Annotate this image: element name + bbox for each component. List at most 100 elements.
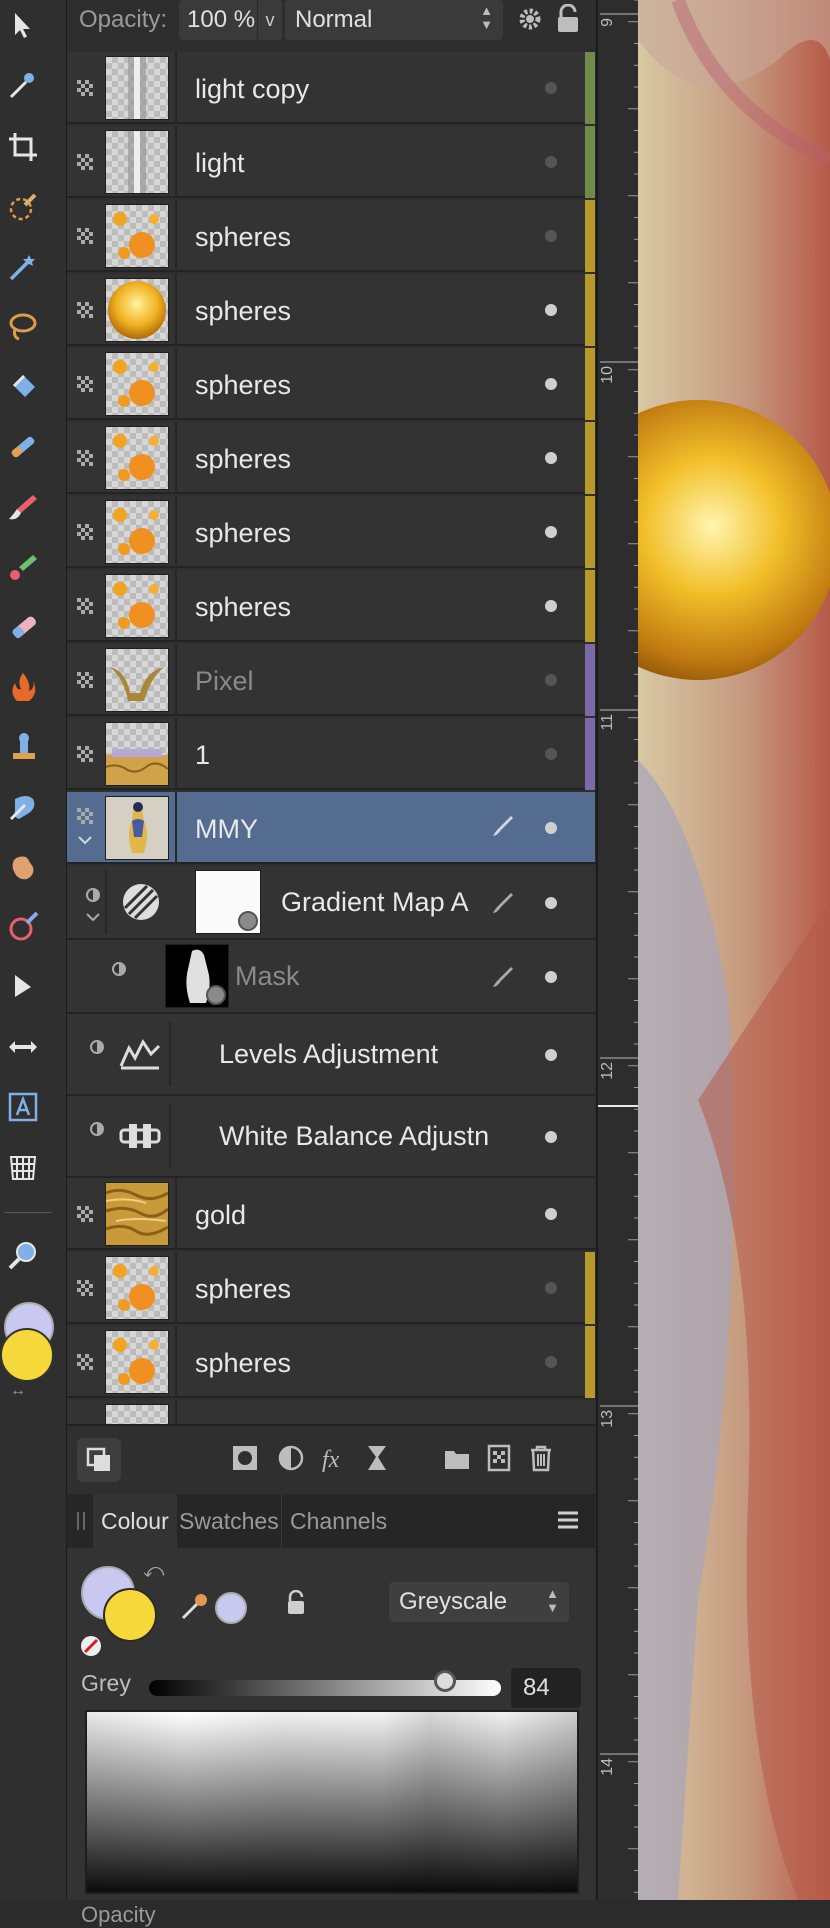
burn-tool-icon[interactable] xyxy=(4,668,42,706)
row-divider xyxy=(175,422,177,494)
node-tool-icon[interactable] xyxy=(4,968,42,1006)
erase-brush-tool-icon[interactable] xyxy=(4,608,42,646)
live-filter-icon[interactable] xyxy=(359,1440,395,1476)
layer-row[interactable]: gold xyxy=(67,1178,595,1250)
trash-icon[interactable] xyxy=(523,1440,559,1476)
colour-picker-box[interactable] xyxy=(85,1710,579,1894)
paint-brush-tool-icon[interactable] xyxy=(4,488,42,526)
flood-fill-tool-icon[interactable] xyxy=(4,368,42,406)
opacity-field[interactable]: 100 % xyxy=(179,0,257,40)
tab-swatches[interactable]: Swatches xyxy=(171,1494,287,1548)
layer-row[interactable]: light xyxy=(67,126,595,198)
layer-row[interactable]: light copy xyxy=(67,52,595,124)
red-eye-tool-icon[interactable] xyxy=(4,908,42,946)
visibility-toggle[interactable] xyxy=(545,156,557,168)
visibility-toggle[interactable] xyxy=(545,674,557,686)
lock-icon[interactable] xyxy=(285,1589,307,1616)
visibility-toggle[interactable] xyxy=(545,304,557,316)
picked-colour-well[interactable] xyxy=(215,1592,247,1624)
transform-tool-icon[interactable] xyxy=(4,1028,42,1066)
layer-row[interactable] xyxy=(67,1400,595,1424)
visibility-toggle[interactable] xyxy=(545,1131,557,1143)
fx-effects-icon[interactable]: fx xyxy=(317,1440,353,1476)
visibility-toggle[interactable] xyxy=(545,1356,557,1368)
move-tool-icon[interactable] xyxy=(4,6,42,44)
visibility-toggle[interactable] xyxy=(545,82,557,94)
layer-row[interactable]: spheres xyxy=(67,570,595,642)
blend-mode-select[interactable]: Normal ▲ ▼ xyxy=(285,0,503,40)
swap-arrows-icon[interactable]: ⤺ xyxy=(143,1560,164,1583)
gradient-tool-icon[interactable] xyxy=(4,428,42,466)
tab-channels[interactable]: Channels xyxy=(281,1494,395,1548)
magic-wand-tool-icon[interactable] xyxy=(4,248,42,286)
text-tool-icon[interactable] xyxy=(4,1088,42,1126)
clone-brush-tool-icon[interactable] xyxy=(4,728,42,766)
document-canvas[interactable] xyxy=(638,0,830,1900)
visibility-toggle[interactable] xyxy=(545,897,557,909)
colour-wells[interactable]: ⤺ xyxy=(81,1560,171,1656)
layer-colour-tag xyxy=(585,348,595,420)
gear-icon[interactable] xyxy=(515,4,545,34)
smudge-brush-tool-icon[interactable] xyxy=(4,788,42,826)
lock-icon[interactable] xyxy=(555,3,581,34)
layer-row[interactable]: MMY xyxy=(67,792,595,864)
layer-row[interactable]: spheres xyxy=(67,200,595,272)
add-pixel-layer-icon[interactable] xyxy=(481,1440,517,1476)
freehand-selection-tool-icon[interactable] xyxy=(4,308,42,346)
panel-menu-icon[interactable] xyxy=(557,1510,579,1530)
child-layer-mask[interactable]: Mask xyxy=(67,940,595,1014)
vertical-ruler: 9 10 11 12 13 14 xyxy=(596,0,640,1900)
selection-brush-tool-icon[interactable] xyxy=(4,188,42,226)
layer-colour-tag xyxy=(585,718,595,790)
layer-colour-tag xyxy=(585,644,595,716)
layer-colour-tag xyxy=(585,52,595,124)
chevron-down-icon[interactable] xyxy=(85,909,101,925)
colour-picker-icon[interactable] xyxy=(179,1590,211,1622)
child-layer-gradient-map[interactable]: Gradient Map A xyxy=(67,866,595,940)
layer-row[interactable]: Pixel xyxy=(67,644,595,716)
panel-grip-icon[interactable] xyxy=(77,1512,85,1530)
visibility-toggle[interactable] xyxy=(545,971,557,983)
context-toolbar-tool-icon[interactable] xyxy=(4,66,42,104)
primary-secondary-colour-swatch[interactable]: ↔ xyxy=(0,1302,60,1399)
crop-tool-icon[interactable] xyxy=(4,128,42,166)
adjustments-icon[interactable] xyxy=(273,1440,309,1476)
chevron-down-icon[interactable] xyxy=(77,832,93,848)
visibility-toggle[interactable] xyxy=(545,600,557,612)
visibility-toggle[interactable] xyxy=(545,452,557,464)
layer-row[interactable]: 1 xyxy=(67,718,595,790)
layer-row[interactable]: spheres xyxy=(67,274,595,346)
tab-colour[interactable]: Colour xyxy=(93,1494,177,1548)
visibility-toggle[interactable] xyxy=(545,1049,557,1061)
liquify-tool-icon[interactable] xyxy=(4,848,42,886)
mesh-warp-tool-icon[interactable] xyxy=(4,1148,42,1186)
child-layer-white-balance[interactable]: White Balance Adjustn xyxy=(67,1096,595,1178)
grey-value-field[interactable]: 84 xyxy=(511,1668,581,1708)
layer-colour-tag xyxy=(585,1252,595,1324)
mask-layer-icon[interactable] xyxy=(227,1440,263,1476)
layer-thumbnail xyxy=(105,1404,169,1424)
visibility-toggle[interactable] xyxy=(545,748,557,760)
visibility-toggle[interactable] xyxy=(545,230,557,242)
layer-row[interactable]: spheres xyxy=(67,348,595,420)
layer-row[interactable]: spheres xyxy=(67,422,595,494)
row-divider xyxy=(175,1252,177,1324)
visibility-toggle[interactable] xyxy=(545,378,557,390)
visibility-toggle[interactable] xyxy=(545,1208,557,1220)
visibility-toggle[interactable] xyxy=(545,1282,557,1294)
color-replacement-brush-icon[interactable] xyxy=(4,548,42,586)
group-folder-icon[interactable] xyxy=(439,1440,475,1476)
layer-row[interactable]: spheres xyxy=(67,1252,595,1324)
grey-slider-knob[interactable] xyxy=(433,1670,456,1692)
visibility-toggle[interactable] xyxy=(545,526,557,538)
colour-model-select[interactable]: Greyscale ▲ ▼ xyxy=(389,1582,569,1622)
no-fill-icon[interactable] xyxy=(81,1636,101,1656)
swap-colours-icon[interactable]: ↔ xyxy=(10,1382,26,1400)
child-layer-levels[interactable]: Levels Adjustment xyxy=(67,1014,595,1096)
layer-row[interactable]: spheres xyxy=(67,1326,595,1398)
layer-row[interactable]: spheres xyxy=(67,496,595,568)
visibility-toggle[interactable] xyxy=(545,822,557,834)
layer-options-icon[interactable] xyxy=(77,1438,121,1482)
opacity-dropdown-icon[interactable]: v xyxy=(257,0,282,40)
zoom-tool-icon[interactable] xyxy=(4,1236,42,1274)
